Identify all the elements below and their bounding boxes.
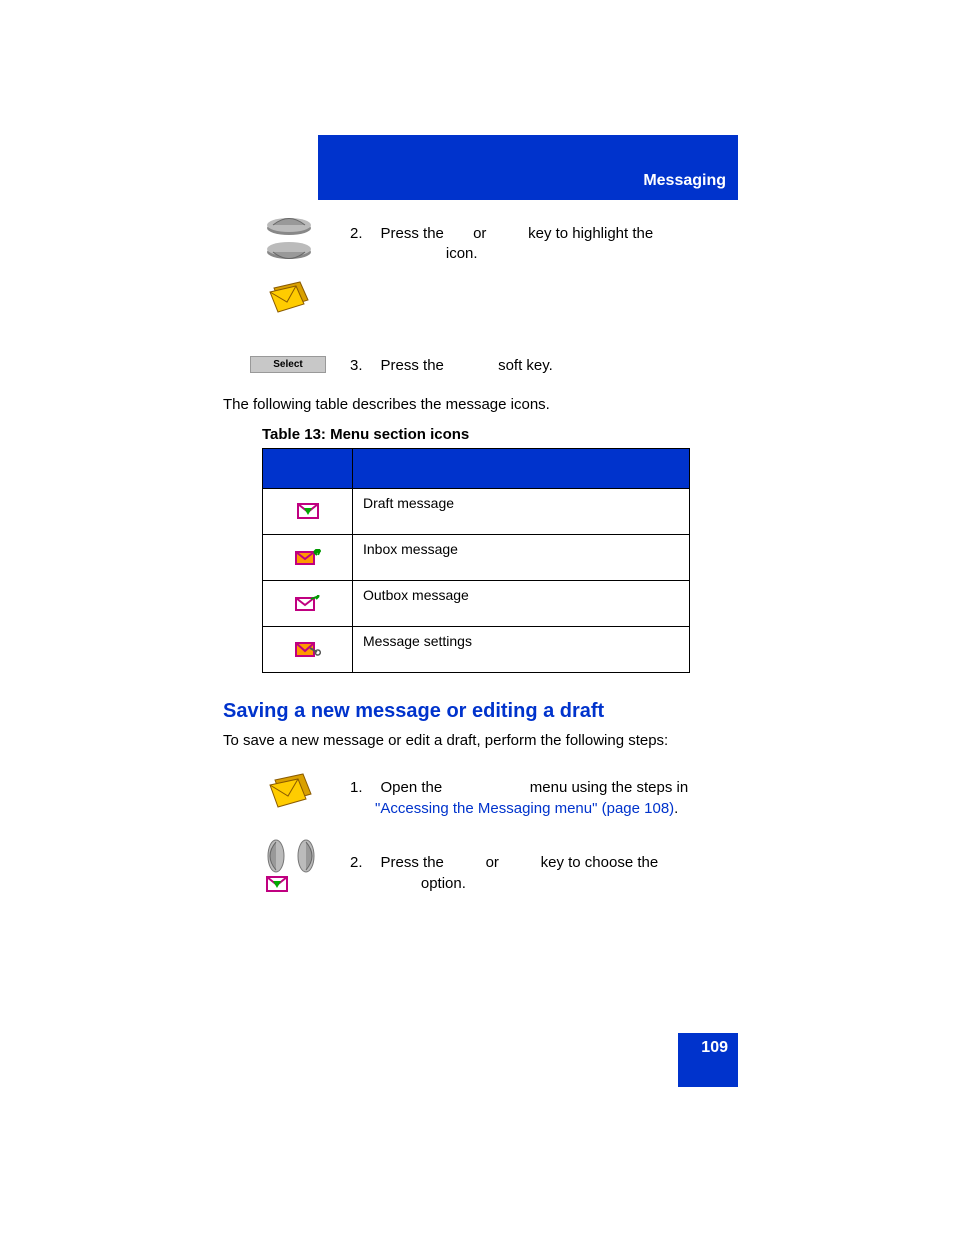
inbox-message-icon xyxy=(295,549,321,567)
step-2-number: 2. xyxy=(350,224,368,244)
select-softkey-label: Select xyxy=(273,359,302,370)
messaging-menu-icon xyxy=(262,770,318,814)
message-settings-desc: Message settings xyxy=(353,627,690,673)
page-number-value: 109 xyxy=(701,1039,728,1056)
lower-step-1-tail: . xyxy=(674,800,678,817)
lower-step-1-fragment-b: menu using the steps in xyxy=(530,779,688,796)
message-settings-icon-cell xyxy=(263,627,353,673)
lower-step-1-fragment-a: Open the xyxy=(381,779,443,796)
lower-step-2-text: 2. Press the or key to choose the option… xyxy=(350,852,710,894)
table-row: Draft message xyxy=(263,489,690,535)
section-heading: Saving a new message or editing a draft xyxy=(223,700,604,723)
step-3-fragment-a: Press the xyxy=(381,357,444,374)
messaging-envelope-icon xyxy=(264,278,314,318)
lower-step-1-number: 1. xyxy=(350,777,368,798)
draft-message-icon xyxy=(266,876,288,894)
step-3-number: 3. xyxy=(350,357,368,374)
section-intro: To save a new message or edit a draft, p… xyxy=(223,732,668,749)
lower-step-1-text: 1. Open the menu using the steps in "Acc… xyxy=(350,777,710,819)
table-row: Inbox message xyxy=(263,535,690,581)
nav-up-icon xyxy=(265,210,313,236)
draft-message-icon-cell xyxy=(263,489,353,535)
table-intro-text: The following table describes the messag… xyxy=(223,396,550,413)
messaging-envelope-icon xyxy=(263,770,317,814)
lower-step-2-fragment-a: Press the xyxy=(381,854,444,871)
step-3-text: 3. Press the soft key. xyxy=(350,357,553,374)
step-2-fragment-c: key to highlight the xyxy=(528,225,653,242)
nav-left-right-and-draft-icon-group xyxy=(256,836,326,894)
nav-key-and-message-icon-group xyxy=(250,210,328,318)
lower-step-1-link[interactable]: "Accessing the Messaging menu" (page 108… xyxy=(375,800,674,817)
draft-message-icon xyxy=(297,503,319,521)
step-2-fragment-a: Press the xyxy=(381,225,444,242)
step-2-text: 2. Press the or key to highlight the ico… xyxy=(350,224,653,265)
table-caption: Table 13: Menu section icons xyxy=(262,426,469,443)
draft-message-desc: Draft message xyxy=(353,489,690,535)
menu-icons-table: Draft message Inbox message xyxy=(262,448,690,673)
nav-left-right-icon xyxy=(256,836,326,876)
table-header-row xyxy=(263,449,690,489)
select-softkey-button[interactable]: Select xyxy=(250,356,326,373)
step-3-fragment-b: soft key. xyxy=(498,357,553,374)
table-header-icon xyxy=(263,449,353,489)
outbox-message-icon-cell xyxy=(263,581,353,627)
nav-down-icon xyxy=(265,242,313,268)
message-settings-icon xyxy=(295,640,321,660)
table-row: Outbox message xyxy=(263,581,690,627)
page-header-bar: Messaging xyxy=(318,135,738,200)
lower-step-2-fragment-b: or xyxy=(486,854,499,871)
step-2-fragment-d: icon. xyxy=(446,245,478,262)
page-number: 109 xyxy=(678,1033,738,1087)
lower-step-2-fragment-c: key to choose the xyxy=(541,854,659,871)
outbox-message-icon xyxy=(295,595,321,613)
table-header-desc xyxy=(353,449,690,489)
lower-step-2-number: 2. xyxy=(350,852,368,873)
step-2-fragment-b: or xyxy=(473,225,486,242)
table-row: Message settings xyxy=(263,627,690,673)
inbox-message-desc: Inbox message xyxy=(353,535,690,581)
inbox-message-icon-cell xyxy=(263,535,353,581)
outbox-message-desc: Outbox message xyxy=(353,581,690,627)
page-header-title: Messaging xyxy=(643,172,726,190)
lower-step-2-fragment-d: option. xyxy=(421,875,466,892)
